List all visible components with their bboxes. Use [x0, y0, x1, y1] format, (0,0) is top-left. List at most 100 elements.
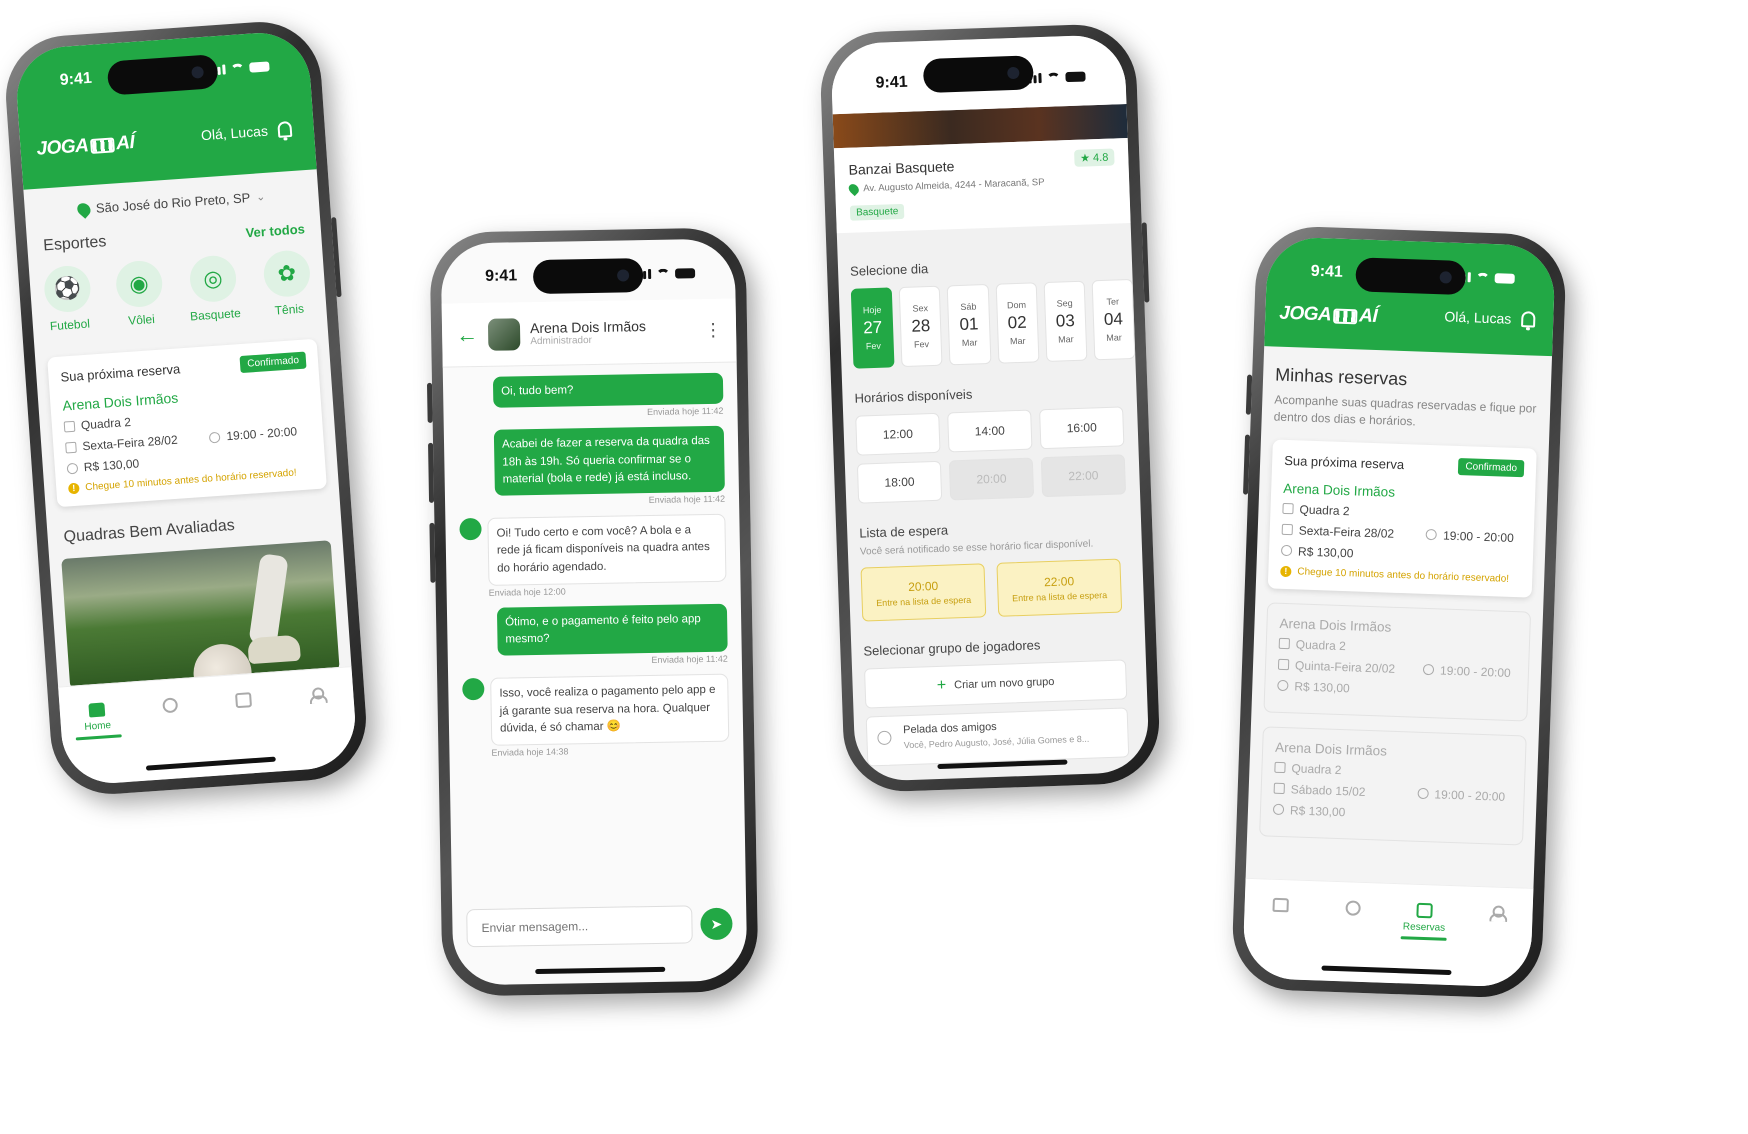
day-number: 04 [1103, 309, 1124, 329]
logo-text-left: JOGA [1278, 302, 1332, 326]
nav-home[interactable]: Home [66, 701, 132, 786]
waitlist-option[interactable]: 22:00 Entre na lista de espera [996, 558, 1123, 617]
price-row: R$ 130,00 [1272, 802, 1511, 824]
nav-reservations-label: Reservas [1402, 921, 1446, 934]
date-row: Quinta-Feira 20/02 19:00 - 20:00 [1277, 657, 1516, 680]
message-outgoing: Ótimo, e o pagamento é feito pelo app me… [496, 603, 728, 656]
home-indicator [535, 966, 666, 975]
venue-name: Arena Dois Irmãos [1274, 739, 1388, 759]
back-arrow-icon[interactable]: ← [456, 321, 478, 347]
sport-tag: Basquete [849, 203, 905, 221]
greeting-text: Olá, Lucas [200, 122, 269, 144]
clock-icon [1425, 528, 1438, 541]
logo-text-right: AÍ [115, 131, 135, 155]
sport-label: Basquete [189, 305, 242, 324]
incoming-message-group: Isso, você realiza o pagamento pelo app … [462, 673, 730, 746]
venue-info: Banzai Basquete Av. Augusto Almeida, 424… [833, 138, 1131, 234]
court-row: Quadra 2 [1278, 636, 1517, 658]
money-icon [66, 462, 79, 474]
court-photo[interactable] [61, 540, 340, 689]
day-number: 01 [959, 314, 979, 335]
day-weekday: Hoje [862, 304, 882, 316]
day-weekday: Seg [1056, 298, 1073, 309]
chat-screen: 9:41 ← Arena Dois Irmãos Administrador ⋮… [440, 238, 748, 986]
location-pin-icon [74, 200, 94, 219]
arrival-warning: ! Chegue 10 minutos antes do horário rese… [1280, 565, 1520, 584]
battery-icon [1494, 273, 1515, 284]
message-input[interactable] [466, 905, 693, 948]
send-icon[interactable]: ➤ [700, 907, 733, 941]
star-icon: ★ [1079, 152, 1091, 165]
day-option[interactable]: Sáb 01 Mar [947, 283, 991, 366]
message-time: Enviada hoje 11:42 [651, 653, 728, 666]
time-slot[interactable]: 12:00 [855, 412, 941, 456]
user-icon [1489, 905, 1504, 921]
day-option[interactable]: Ter 04 Mar [1091, 278, 1136, 361]
chevron-down-icon: ⌄ [255, 190, 266, 204]
past-reservation-card[interactable]: Arena Dois Irmãos Quadra 2 Sábado 15/02 1… [1259, 725, 1527, 846]
group-option[interactable]: Pelada dos amigos Você, Pedro Augusto, Jo… [865, 707, 1130, 767]
sport-soccer[interactable]: ⚽ Futebol [42, 264, 93, 334]
waitlist-option[interactable]: 20:00 Entre na lista de espera [860, 563, 987, 622]
sport-tennis[interactable]: ✿ Tênis [262, 249, 312, 318]
price-text: R$ 130,00 [83, 456, 140, 475]
more-options-icon[interactable]: ⋮ [704, 320, 722, 341]
court-row: Quadra 2 [1274, 760, 1512, 782]
date-text: Sábado 15/02 [1290, 781, 1366, 799]
side-button [429, 522, 436, 583]
side-button [428, 442, 435, 503]
message-incoming: Oi! Tudo certo e com você? A bola e a re… [487, 513, 727, 586]
player-leg [248, 553, 289, 647]
chat-title: Arena Dois Irmãos [529, 318, 647, 337]
money-icon [1280, 544, 1293, 557]
court-row: Quadra 2 [1282, 501, 1522, 523]
wifi-icon [230, 63, 245, 75]
incoming-message-group: Oi! Tudo certo e com você? A bola e a re… [459, 513, 727, 586]
basketball-icon: ◎ [188, 254, 238, 304]
home-screen: 9:41 JOGA AÍ Olá, Lucas São José do Rio P… [13, 29, 359, 787]
page-description: Acompanhe suas quadras reservadas e fiqu… [1273, 392, 1537, 429]
waitlist-label: Lista de espera [859, 522, 949, 541]
nav-home[interactable] [1248, 897, 1311, 980]
sport-basketball[interactable]: ◎ Basquete [186, 254, 241, 323]
reservations-screen: 9:41 JOGA AÍ Olá, Lucas Minhas reservas A… [1242, 236, 1556, 988]
chat-title-block: Arena Dois Irmãos Administrador [530, 318, 646, 347]
bell-icon[interactable] [277, 120, 293, 138]
app-logo: JOGA AÍ [36, 132, 135, 161]
date-text: Sexta-Feira 28/02 [81, 432, 179, 454]
tennis-racket-icon: ✿ [262, 249, 312, 299]
day-option[interactable]: Sex 28 Fev [898, 285, 943, 368]
day-option[interactable]: Dom 02 Mar [995, 282, 1040, 364]
location-selector[interactable]: São José do Rio Preto, SP ⌄ [24, 185, 318, 220]
past-reservation-card[interactable]: Arena Dois Irmãos Quadra 2 Quinta-Feira … [1263, 601, 1532, 722]
hours-text: 19:00 - 20:00 [1434, 786, 1506, 804]
time-slot[interactable]: 16:00 [1039, 406, 1125, 450]
sport-label: Futebol [49, 316, 91, 334]
message-list: Oi, tudo bem? Enviada hoje 11:42 Acabei … [457, 372, 730, 769]
time-slot[interactable]: 18:00 [856, 460, 943, 504]
side-button [331, 217, 342, 298]
address-text: Av. Augusto Almeida, 4244 - Maracanã, SP [863, 176, 1045, 195]
date-row: Sábado 15/02 19:00 - 20:00 [1273, 781, 1512, 804]
day-month: Fev [913, 339, 930, 350]
calendar-icon [1273, 782, 1285, 795]
nav-profile[interactable] [286, 686, 352, 771]
radio-button[interactable] [877, 730, 892, 746]
sport-volleyball[interactable]: ◉ Vôlei [114, 259, 164, 328]
day-month: Mar [1009, 335, 1026, 347]
create-group-button[interactable]: + Criar um novo grupo [864, 659, 1128, 709]
side-button [1245, 374, 1253, 415]
day-weekday: Ter [1106, 296, 1120, 307]
bell-icon[interactable] [1521, 311, 1536, 328]
bottom-nav: Home [58, 666, 359, 787]
day-option[interactable]: Seg 03 Mar [1043, 280, 1088, 363]
nav-profile[interactable] [1464, 905, 1527, 988]
time-slot[interactable]: 14:00 [947, 409, 1033, 453]
day-option[interactable]: Hoje 27 Fev [850, 287, 895, 369]
admin-avatar-icon [462, 678, 485, 701]
clock-icon [1417, 787, 1429, 800]
next-reservation-card[interactable]: Sua próxima reserva Confirmado Arena Doi… [1267, 439, 1537, 598]
page-title: Minhas reservas [1274, 364, 1408, 390]
next-reservation-card[interactable]: Sua próxima reserva Confirmado Arena Doi… [47, 338, 327, 508]
status-time: 9:41 [875, 73, 908, 92]
